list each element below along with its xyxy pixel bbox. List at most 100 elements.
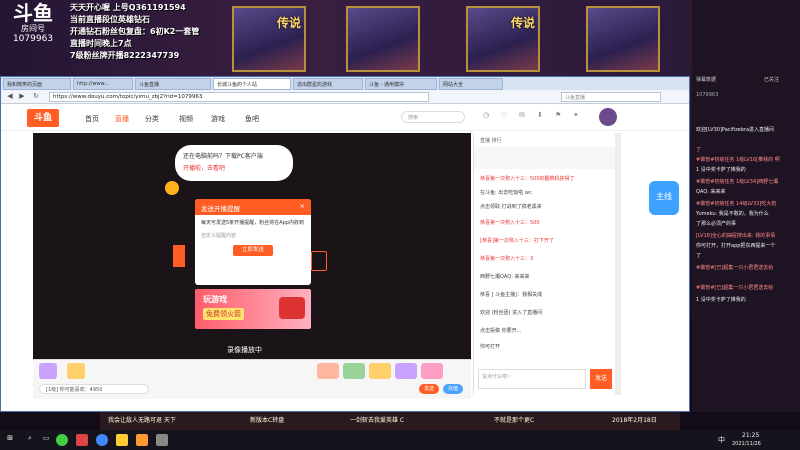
history-icon[interactable]: ◷ <box>483 111 489 119</box>
chat-message: 你可打开 <box>480 344 501 350</box>
bubble-link[interactable]: 开播啦，去看吧 <box>183 163 285 172</box>
gift-item-icon[interactable] <box>395 363 417 379</box>
task-view-icon[interactable]: ▭ <box>40 434 52 442</box>
recharge-button[interactable]: 充值 <box>443 384 463 394</box>
notify-dialog: 发送开播提醒 × 每天可发送5条开播提醒，粉丝将在App内收到 自定义提醒内容 … <box>195 199 311 285</box>
danmaku-line: 1 没中奖卡萨了推我的 <box>696 297 746 303</box>
nav-video[interactable]: 视频 <box>179 114 193 124</box>
room-count: 1079963 <box>696 92 719 98</box>
dialog-note: 自定义提醒内容 <box>201 233 237 239</box>
app-icon[interactable] <box>136 434 148 446</box>
browser-toolbar: ◀ ▶ ↻ https://www.douyu.com/topic/yimu_z… <box>1 90 689 104</box>
folder-icon[interactable] <box>116 434 128 446</box>
nav-category[interactable]: 分类 <box>145 114 159 124</box>
tab[interactable]: 斗鱼直播 <box>135 78 211 90</box>
site-search-input[interactable]: 搜索 <box>401 111 465 123</box>
browser-app-icon[interactable] <box>96 434 108 446</box>
tab[interactable]: 斗鱼 - 通用模块 <box>365 78 437 90</box>
chat-input[interactable]: 说点什么吧~ <box>478 369 586 389</box>
gift-icon[interactable]: ✦ <box>573 111 579 119</box>
promo-text: 2018年2月18日 <box>612 417 657 424</box>
game-promo-banner[interactable]: 玩游戏 免费领火箭 <box>195 289 311 329</box>
gift-icon[interactable] <box>67 363 85 379</box>
gift-input[interactable]: [1级] 你可能喜欢：4950 <box>39 384 149 394</box>
chat-message: 西野七瀬QAQ: 来来来 <box>480 274 530 280</box>
gift-item-icon[interactable] <box>421 363 443 379</box>
message-icon[interactable]: ✉ <box>519 111 525 119</box>
windows-start-icon[interactable]: ⊞ <box>4 434 16 446</box>
chat-panel: 直播 排行 恭喜第一次称入十三：500的翻牌机获得了 在斗鱼: 出去吃饭啦 wc… <box>473 133 616 395</box>
chat-message: 在斗鱼: 出去吃饭啦 wc <box>480 190 532 196</box>
hero-card <box>346 6 420 72</box>
banner-line: 开通钻石粉丝包复盘：6初K2一套管 <box>70 27 200 36</box>
panel-title: 弹幕数据 <box>696 77 717 83</box>
clock-time[interactable]: 21:25 <box>742 432 759 439</box>
chat-message: 欢迎 (粉丝团) 进入了直播间 <box>480 310 543 316</box>
video-player[interactable]: 还在电脑前吗？下载PC客户端 开播啦，去看吧 发送开播提醒 × 每天可发送5条开… <box>33 133 471 359</box>
task-icon[interactable]: ⚑ <box>555 111 561 119</box>
nav-live[interactable]: 直播 <box>115 114 129 124</box>
danmaku-line: [LV18]全心的抽屉搜出来: 我的事情 <box>696 233 776 239</box>
gift-item-icon[interactable] <box>317 363 339 379</box>
download-icon[interactable]: ⬇ <box>537 111 543 119</box>
avatar[interactable] <box>599 108 617 126</box>
danmaku-line: 了那么必须产的事 <box>696 221 737 227</box>
chat-send-button[interactable]: 发送 <box>590 369 612 389</box>
side-button[interactable] <box>173 245 185 267</box>
tab[interactable]: 我和微笑的页面 <box>3 78 71 90</box>
nav-game[interactable]: 游戏 <box>211 114 225 124</box>
close-icon[interactable]: × <box>300 202 305 210</box>
site-logo[interactable]: 斗鱼 <box>27 109 59 127</box>
tab[interactable]: 网站大全 <box>439 78 503 90</box>
bubble-text: 还在电脑前吗？下载PC客户端 <box>183 153 263 160</box>
gift-item-icon[interactable] <box>369 363 391 379</box>
banner-line: 天天开心喔 上号Q361191594 <box>70 3 186 12</box>
douyu-logo-icon: 斗鱼 <box>13 1 53 25</box>
app-icon[interactable] <box>156 434 168 446</box>
forward-icon[interactable]: ▶ <box>17 92 27 100</box>
browser-search-input[interactable]: 斗鱼直播 <box>561 92 661 102</box>
tab[interactable]: http://www... <box>73 78 133 90</box>
app-icon[interactable] <box>76 434 88 446</box>
chat-scrollbar[interactable] <box>615 133 621 395</box>
danmaku-line: QAQ: 来来来 <box>696 189 726 195</box>
search-icon[interactable]: ⌕ <box>24 434 36 443</box>
side-panel-button[interactable] <box>311 251 327 271</box>
chat-message: [恭喜]第一次称入十三：打下开了 <box>480 238 554 244</box>
recording-label: 录像播放中 <box>227 346 262 354</box>
chat-tabs[interactable]: 直播 排行 <box>480 137 502 144</box>
nav-home[interactable]: 首页 <box>85 114 99 124</box>
danmaku-line: Yumeku: 我是不敢的，我为什么 <box>696 211 769 217</box>
rocket-icon <box>279 297 305 319</box>
banner-line: 7级粉丝牌开播8222347739 <box>70 51 180 60</box>
tab-active[interactable]: 长城斗鱼的个人站 <box>213 78 291 90</box>
chat-message: 恭喜第一次称入十三：500 <box>480 220 540 226</box>
clock-date[interactable]: 2021/11/26 <box>732 441 761 447</box>
input-language[interactable]: 中 <box>718 435 725 445</box>
promo-text: 新版本C转盘 <box>250 417 285 424</box>
room-label: 房间号 <box>21 24 45 33</box>
follow-icon[interactable]: ♡ <box>501 111 507 119</box>
send-reminder-button[interactable]: 立即发送 <box>233 245 273 256</box>
client-download-bubble[interactable]: 还在电脑前吗？下载PC客户端 开播啦，去看吧 <box>175 145 293 181</box>
back-icon[interactable]: ◀ <box>5 92 15 100</box>
send-button[interactable]: 发送 <box>419 384 439 394</box>
task-floating-icon[interactable]: 主线 <box>649 181 679 215</box>
danmaku-line: #做管#[已]超集一只小君君送去给 <box>696 285 774 291</box>
gift-bar: [1级] 你可能喜欢：4950 发送 充值 <box>33 359 471 399</box>
refresh-icon[interactable]: ↻ <box>31 92 41 100</box>
gift-item-icon[interactable] <box>343 363 365 379</box>
follow-status[interactable]: 已关注 <box>764 76 779 83</box>
danmaku-line: #做管#初级任务 1级LV34]西野七瀬 <box>696 179 779 185</box>
tab[interactable]: 逃出群星的游戏 <box>293 78 363 90</box>
chat-message: 恭喜第一次称入十三：500的翻牌机获得了 <box>480 176 575 182</box>
url-bar[interactable]: https://www.douyu.com/topic/yimu_zbj2?ri… <box>49 92 429 102</box>
site-header: 斗鱼 首页 直播 分类 视频 游戏 鱼吧 搜索 ◷ ♡ ✉ ⬇ ⚑ ✦ <box>1 105 689 131</box>
tab-bar: 我和微笑的页面 http://www... 斗鱼直播 长城斗鱼的个人站 逃出群星… <box>1 77 689 90</box>
nav-fishbar[interactable]: 鱼吧 <box>245 114 259 124</box>
danmaku-line: 欢迎[LV30]Pacifizebra进入直播间 <box>696 127 775 133</box>
danmaku-line: 了 <box>696 253 702 259</box>
fan-badge-icon[interactable] <box>39 363 57 379</box>
app-icon[interactable] <box>56 434 68 446</box>
chat-message: 恭喜 [ 斗鱼主播]：我相关成 <box>480 292 543 298</box>
